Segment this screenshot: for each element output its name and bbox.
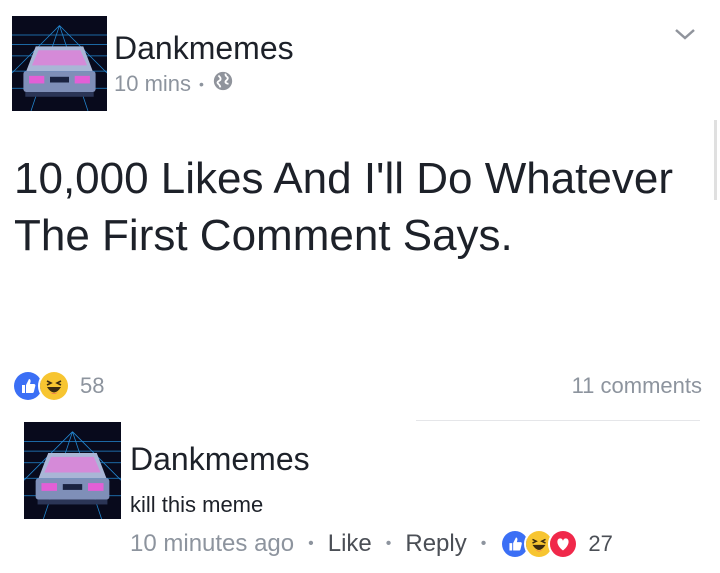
comment-reactions-summary[interactable]: 27 [500, 529, 613, 559]
post-reaction-count: 58 [80, 373, 105, 398]
post-author-name[interactable]: Dankmemes [114, 30, 294, 67]
chevron-down-icon[interactable] [672, 24, 698, 44]
post-meta: 10 mins • [114, 70, 234, 98]
post-reactions-summary[interactable]: 58 [12, 370, 104, 402]
scrollbar-edge [714, 120, 717, 200]
post-author-avatar[interactable] [12, 16, 107, 111]
haha-reaction-icon [38, 370, 70, 402]
comment-actions: 10 minutes ago • Like • Reply • 27 [130, 529, 613, 559]
globe-icon[interactable] [212, 70, 234, 98]
comment-author-avatar[interactable] [24, 422, 121, 519]
synthwave-car-avatar-image [12, 16, 107, 111]
comment-text: kill this meme [130, 492, 264, 517]
action-separator: • [385, 535, 392, 552]
post-timestamp[interactable]: 10 mins [114, 71, 191, 97]
action-separator: • [480, 535, 487, 552]
meta-separator: • [199, 76, 204, 92]
synthwave-car-avatar-image [24, 422, 121, 519]
post-comments-count[interactable]: 11 comments [572, 373, 702, 399]
comment-reaction-count: 27 [588, 531, 613, 556]
love-reaction-icon [548, 529, 579, 559]
reply-button[interactable]: Reply [405, 530, 466, 558]
like-button[interactable]: Like [328, 530, 372, 558]
comment-author-name[interactable]: Dankmemes [130, 441, 310, 478]
post-text: 10,000 Likes And I'll Do Whatever The Fi… [14, 154, 673, 260]
comment-timestamp[interactable]: 10 minutes ago [130, 530, 294, 558]
action-separator: • [308, 535, 314, 552]
comments-divider [416, 420, 700, 421]
